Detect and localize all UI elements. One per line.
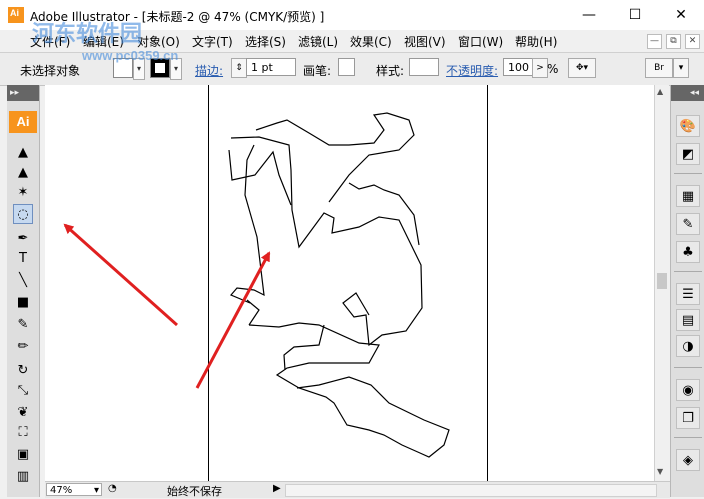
menu-view[interactable]: 视图(V) — [404, 33, 446, 50]
status-menu-arrow[interactable]: ▶ — [273, 483, 281, 494]
stroke-swatch[interactable] — [150, 58, 170, 78]
horizontal-scrollbar[interactable] — [285, 484, 657, 497]
doc-minimize-button[interactable]: — — [647, 34, 662, 49]
opacity-percent: % — [547, 62, 559, 76]
panel-separator — [674, 367, 702, 368]
stroke-dropdown[interactable]: ▾ — [170, 58, 182, 80]
annotation-arrows — [63, 223, 271, 389]
tools-panel-grip[interactable]: ▸▸ — [7, 85, 39, 101]
style-dropdown[interactable] — [409, 58, 439, 76]
line-tool-icon[interactable]: ╲ — [13, 270, 33, 290]
gradient-panel-icon[interactable]: ▤ — [676, 309, 700, 331]
status-bar: 47% ▾ ◔ 始终不保存 ▶ — [45, 481, 670, 498]
selection-tool-icon[interactable]: ▲ — [13, 142, 33, 162]
control-bar: 未选择对象 ▾ ▾ 描边: ⇕ 1 pt 画笔: 样式: 不透明度: 100 >… — [0, 52, 704, 86]
fill-swatch[interactable] — [113, 58, 133, 78]
lasso-tool-icon[interactable]: ◌ — [13, 204, 33, 224]
panel-separator — [674, 271, 702, 272]
rotate-tool-icon[interactable]: ↻ — [13, 360, 33, 380]
opacity-arrow-button[interactable]: > — [532, 58, 548, 78]
tools-panel: ▸▸ Ai ▲ ▲ ✶ ◌ ✒ T ╲ ■ ✎ ✏ ↻ ⤡ ❦ ⛶ ▣ ▥ — [7, 85, 40, 497]
panel-separator — [674, 173, 702, 174]
free-transform-tool-icon[interactable]: ⛶ — [13, 422, 33, 442]
magic-wand-tool-icon[interactable]: ✶ — [13, 182, 33, 202]
stroke-weight-field[interactable]: 1 pt — [246, 58, 296, 76]
scroll-down-arrow[interactable]: ▼ — [657, 467, 663, 476]
ai-logo: Ai — [9, 111, 37, 133]
stroke-swatch-inner — [155, 63, 165, 73]
rectangle-tool-icon[interactable]: ■ — [13, 292, 33, 312]
zoom-dropdown-icon[interactable]: ▾ — [94, 484, 99, 497]
menu-window[interactable]: 窗口(W) — [458, 33, 503, 50]
menu-filter[interactable]: 滤镜(L) — [298, 33, 338, 50]
arrow-to-drawing — [195, 251, 271, 389]
scale-tool-icon[interactable]: ⤡ — [13, 380, 33, 400]
graphic-styles-panel-icon[interactable]: ❐ — [676, 407, 700, 429]
transparency-panel-icon[interactable]: ◑ — [676, 335, 700, 357]
panel-dock-grip[interactable]: ◂◂ — [671, 85, 704, 101]
fill-dropdown[interactable]: ▾ — [133, 58, 145, 80]
type-tool-icon[interactable]: T — [13, 248, 33, 268]
close-window-button[interactable]: ✕ — [658, 0, 704, 30]
pen-tool-icon[interactable]: ✒ — [13, 228, 33, 248]
zoom-field[interactable]: 47% ▾ — [46, 483, 102, 496]
menu-help[interactable]: 帮助(H) — [515, 33, 557, 50]
vertical-scrollbar[interactable]: ▲ ▼ — [654, 85, 669, 481]
brush-dropdown[interactable] — [338, 58, 355, 76]
color-panel-icon[interactable]: 🎨 — [676, 115, 700, 137]
canvas-area[interactable] — [45, 85, 656, 481]
app-icon-label: Ai — [10, 8, 19, 18]
panel-dock: ◂◂ 🎨 ◩ ▦ ✎ ♣ ☰ ▤ ◑ ◉ ❐ ◈ — [670, 85, 704, 497]
scroll-up-arrow[interactable]: ▲ — [657, 87, 663, 96]
stroke-link[interactable]: 描边: — [195, 62, 223, 79]
menu-file[interactable]: 文件(F) — [30, 33, 70, 50]
warp-tool-icon[interactable]: ❦ — [13, 402, 33, 422]
scroll-thumb[interactable] — [657, 273, 667, 289]
symbols-panel-icon[interactable]: ♣ — [676, 241, 700, 263]
selection-status: 未选择对象 — [20, 64, 81, 78]
menu-bar: 文件(F) 编辑(E) 对象(O) 文字(T) 选择(S) 滤镜(L) 效果(C… — [0, 30, 704, 52]
arrow-to-lasso-tool — [63, 223, 178, 327]
stroke-weight-stepper[interactable]: ⇕ — [231, 58, 247, 78]
paintbrush-tool-icon[interactable]: ✎ — [13, 314, 33, 334]
pencil-tool-icon[interactable]: ✏ — [13, 336, 33, 356]
illustrator-app-icon: Ai — [8, 7, 24, 23]
direct-selection-tool-icon[interactable]: ▲ — [13, 162, 33, 182]
doc-close-button[interactable]: ✕ — [685, 34, 700, 49]
navigator-icon[interactable]: ◔ — [108, 483, 117, 494]
menu-type[interactable]: 文字(T) — [192, 33, 233, 50]
panel-separator — [674, 437, 702, 438]
menu-edit[interactable]: 编辑(E) — [83, 33, 124, 50]
swatches-panel-icon[interactable]: ▦ — [676, 185, 700, 207]
doc-restore-button[interactable]: ⧉ — [666, 34, 681, 49]
symbol-sprayer-tool-icon[interactable]: ▣ — [13, 444, 33, 464]
brushes-panel-icon[interactable]: ✎ — [676, 213, 700, 235]
minimize-window-button[interactable]: — — [566, 0, 612, 30]
appearance-panel-icon[interactable]: ◉ — [676, 379, 700, 401]
menu-select[interactable]: 选择(S) — [245, 33, 286, 50]
opacity-field[interactable]: 100 — [503, 58, 533, 76]
layers-panel-icon[interactable]: ◈ — [676, 449, 700, 471]
bridge-icon[interactable]: Br — [645, 58, 673, 78]
menu-effect[interactable]: 效果(C) — [350, 33, 392, 50]
window-title: Adobe Illustrator - [未标题-2 @ 47% (CMYK/预… — [30, 10, 325, 24]
opacity-link[interactable]: 不透明度: — [446, 62, 498, 79]
brush-label: 画笔: — [303, 64, 332, 78]
color-guide-panel-icon[interactable]: ◩ — [676, 143, 700, 165]
title-bar: Ai Adobe Illustrator - [未标题-2 @ 47% (CMY… — [0, 0, 704, 30]
control-bar-menu-icon[interactable]: ▾ — [673, 58, 689, 78]
maximize-window-button[interactable]: ☐ — [612, 0, 658, 30]
zoom-value: 47% — [50, 485, 73, 496]
menu-object[interactable]: 对象(O) — [137, 33, 180, 50]
stroke-panel-icon[interactable]: ☰ — [676, 283, 700, 305]
style-label: 样式: — [376, 64, 405, 78]
document-setup-icon[interactable]: ✥▾ — [568, 58, 596, 78]
column-graph-tool-icon[interactable]: ▥ — [13, 466, 33, 486]
